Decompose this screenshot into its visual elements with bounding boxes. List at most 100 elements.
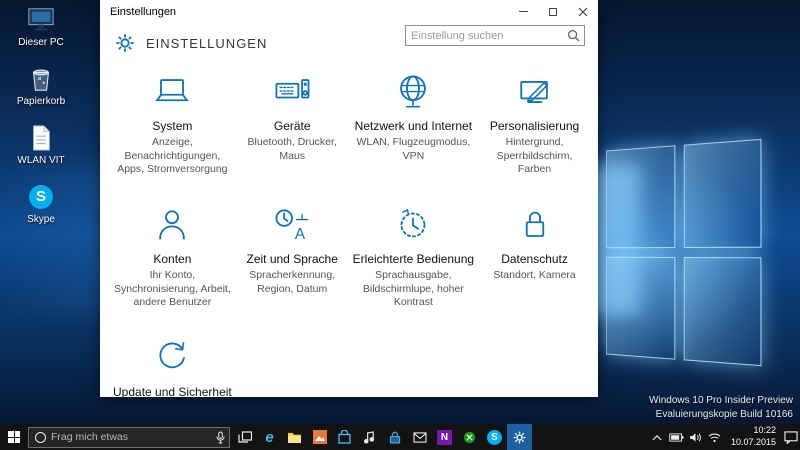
category-title: Erleichterte Bedienung <box>352 252 475 266</box>
category-title: Update und Sicherheit <box>113 385 232 397</box>
groove-music-button[interactable] <box>357 424 382 450</box>
taskbar: e <box>0 424 800 450</box>
skype-taskbar-button[interactable]: S <box>482 424 507 450</box>
windows-logo-pane <box>605 256 676 360</box>
xbox-icon <box>463 431 476 443</box>
skype-icon: S <box>8 182 74 212</box>
volume-icon <box>689 432 701 442</box>
laptop-icon <box>155 79 189 102</box>
desktop-icon-skype[interactable]: S Skype <box>8 182 74 225</box>
taskbar-clock[interactable]: 10:22 10.07.2015 <box>724 425 781 448</box>
settings-taskbar-button-active[interactable] <box>507 424 532 450</box>
lock-icon <box>525 211 544 237</box>
settings-search-input[interactable] <box>406 29 567 42</box>
settings-category-zeit-sprache[interactable]: A Zeit und Sprache Spracherkennung, Regi… <box>237 203 348 336</box>
close-icon <box>578 7 588 16</box>
settings-window: Einstellungen EINSTELLUNGEN Einstellung … <box>100 0 598 397</box>
cortana-search-box[interactable] <box>28 426 230 448</box>
category-title: Konten <box>153 252 192 266</box>
category-title: Geräte <box>273 119 311 133</box>
desktop-icon-wlan-vit[interactable]: WLAN VIT <box>8 123 74 166</box>
settings-category-konten[interactable]: Konten Ihr Konto, Synchronisierung, Arbe… <box>108 203 237 336</box>
xbox-button[interactable] <box>457 424 482 450</box>
windows-logo-wallpaper <box>605 138 762 367</box>
category-title: Netzwerk und Internet <box>354 119 473 133</box>
settings-category-erleichterte-bedienung[interactable]: Erleichterte Bedienung Sprachausgabe, Bi… <box>348 203 479 336</box>
minimize-button[interactable] <box>508 0 538 23</box>
microphone-icon[interactable] <box>216 431 225 444</box>
category-subtitle: Ihr Konto, Synchronisierung, Arbeit, and… <box>114 269 231 309</box>
windows-logo-icon <box>8 431 20 443</box>
category-title: System <box>152 119 193 133</box>
action-center-icon <box>783 430 798 444</box>
file-explorer-button[interactable] <box>282 424 307 450</box>
battery-status[interactable] <box>667 424 686 450</box>
maximize-button[interactable] <box>538 0 568 23</box>
category-subtitle: Hintergrund, Sperrbildschirm, Farben <box>496 136 573 176</box>
onenote-button[interactable]: N <box>432 424 457 450</box>
minimize-icon <box>518 11 528 12</box>
desktop-icon-label: Papierkorb <box>16 96 66 107</box>
ease-of-access-icon <box>400 209 426 238</box>
store-button[interactable] <box>332 424 357 450</box>
settings-category-datenschutz[interactable]: Datenschutz Standort, Kamera <box>479 203 590 336</box>
settings-category-system[interactable]: System Anzeige, Benachrichtigungen, Apps… <box>108 70 237 203</box>
settings-category-personalisierung[interactable]: Personalisierung Hintergrund, Sperrbilds… <box>479 70 590 203</box>
search-icon[interactable] <box>567 29 584 42</box>
mail-button[interactable] <box>407 424 432 450</box>
computer-icon <box>8 5 74 35</box>
file-explorer-icon <box>288 432 301 443</box>
windows-logo-pane <box>605 145 676 249</box>
category-subtitle: Spracherkennung, Region, Datum <box>249 269 336 295</box>
store-icon <box>338 430 351 444</box>
action-center-button[interactable] <box>781 424 800 450</box>
desktop-icon-label: Dieser PC <box>18 37 64 48</box>
devices-icon <box>275 79 310 99</box>
settings-category-netzwerk[interactable]: Netzwerk und Internet WLAN, Flugzeugmodu… <box>348 70 479 203</box>
category-title: Personalisierung <box>489 119 580 133</box>
gear-icon <box>116 34 134 52</box>
cortana-search-input[interactable] <box>51 431 216 443</box>
clock-date: 10.07.2015 <box>730 437 776 447</box>
edge-button[interactable]: e <box>257 424 282 450</box>
close-button[interactable] <box>568 0 598 23</box>
category-subtitle: Anzeige, Benachrichtigungen, Apps, Strom… <box>117 136 228 176</box>
volume-status[interactable] <box>686 424 705 450</box>
insider-watermark: Windows 10 Pro Insider Preview Evaluieru… <box>649 394 793 421</box>
gear-icon <box>513 431 526 443</box>
desktop-icon-dieser-pc[interactable]: Dieser PC <box>8 5 74 48</box>
skype-icon: S <box>487 429 502 445</box>
maximize-icon <box>549 7 557 16</box>
desktop-icon-label: WLAN VIT <box>17 155 65 166</box>
category-title: Zeit und Sprache <box>246 252 338 266</box>
padlock-icon <box>389 431 400 444</box>
category-subtitle: Bluetooth, Drucker, Maus <box>247 136 337 162</box>
mail-icon <box>412 431 427 443</box>
battery-icon <box>669 432 684 442</box>
settings-category-update-sicherheit[interactable]: Update und Sicherheit <box>108 336 237 397</box>
onenote-icon: N <box>437 429 452 445</box>
window-titlebar[interactable]: Einstellungen <box>100 0 598 23</box>
globe-icon <box>400 75 427 108</box>
photos-button[interactable] <box>307 424 332 450</box>
network-status[interactable] <box>705 424 724 450</box>
category-title: Datenschutz <box>501 252 568 266</box>
settings-category-geraete[interactable]: Geräte Bluetooth, Drucker, Maus <box>237 70 348 203</box>
task-view-button[interactable] <box>232 424 257 450</box>
document-icon <box>8 123 74 153</box>
skype-logo-letter: S <box>29 185 53 209</box>
desktop-icon-papierkorb[interactable]: Papierkorb <box>8 64 74 107</box>
watermark-line2: Evaluierungskopie Build 10166 <box>655 408 793 420</box>
category-subtitle: Sprachausgabe, Bildschirmlupe, hoher Kon… <box>362 269 464 309</box>
desktop-icon-list: Dieser PC Papierkorb WLAN VIT S Skype <box>8 5 74 241</box>
person-icon <box>159 210 186 240</box>
category-subtitle: Standort, Kamera <box>493 269 576 281</box>
lock-app-button[interactable] <box>382 424 407 450</box>
windows-logo-pane <box>683 138 762 248</box>
start-button[interactable] <box>0 424 28 450</box>
window-title: Einstellungen <box>110 5 177 18</box>
settings-search-box[interactable] <box>405 25 585 46</box>
page-title: EINSTELLUNGEN <box>146 35 268 51</box>
settings-category-grid: System Anzeige, Benachrichtigungen, Apps… <box>100 54 598 397</box>
tray-overflow-button[interactable] <box>648 424 667 450</box>
